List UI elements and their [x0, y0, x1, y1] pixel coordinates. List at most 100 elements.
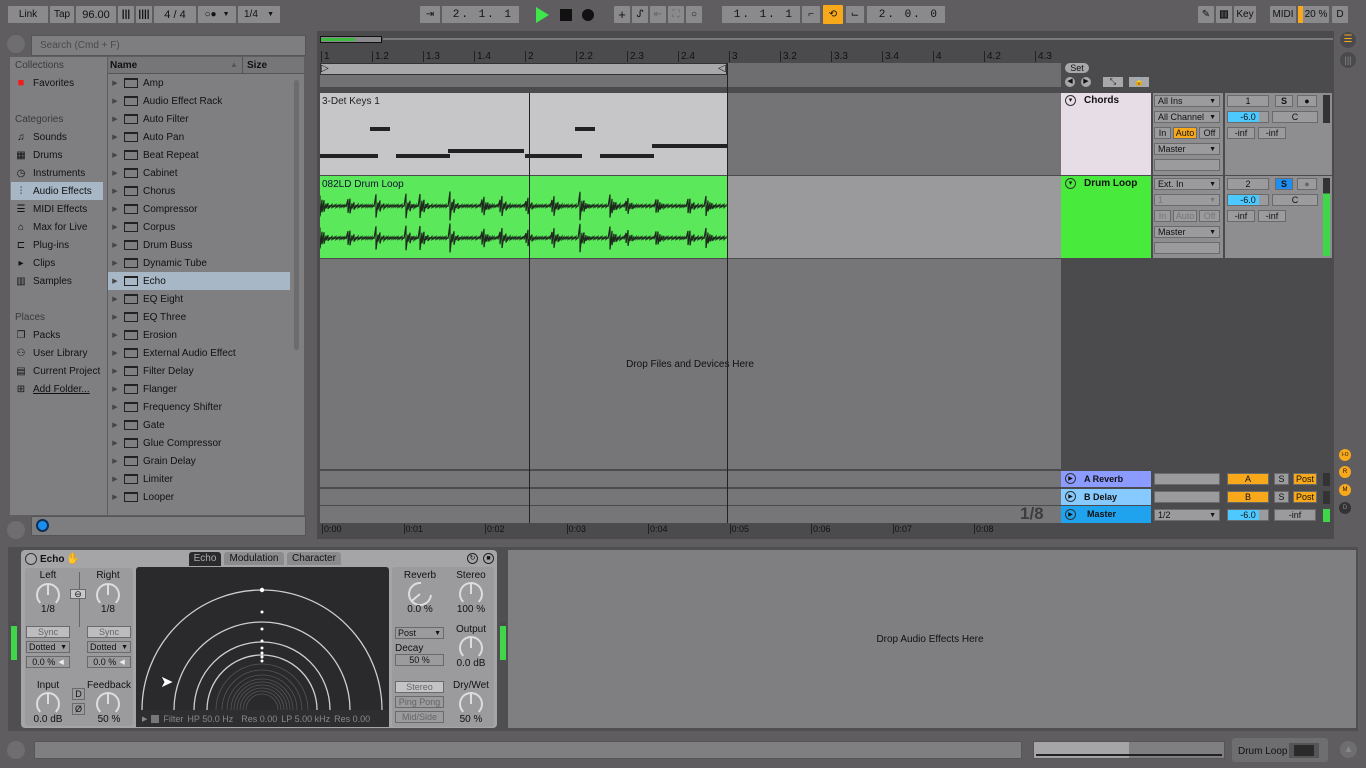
- search-input[interactable]: Search (Cmd + F): [31, 35, 306, 56]
- category-clips[interactable]: ▸ Clips: [14, 254, 106, 272]
- browser-item[interactable]: ▶ Grain Delay: [108, 452, 290, 470]
- arm-button[interactable]: ●: [1297, 95, 1317, 107]
- tempo-field[interactable]: 96.00: [76, 6, 116, 23]
- tab-character[interactable]: Character: [287, 552, 341, 565]
- expand-arrow-icon[interactable]: ▶: [108, 151, 122, 159]
- column-name[interactable]: Name: [110, 60, 137, 71]
- loop-end-marker-icon[interactable]: ◁: [718, 63, 726, 74]
- right-sync-button[interactable]: Sync: [87, 626, 131, 638]
- info-view-toggle-icon[interactable]: [7, 741, 25, 759]
- place-user-library[interactable]: ⚇ User Library: [14, 344, 106, 362]
- monitor-off-button[interactable]: Off: [1199, 127, 1220, 139]
- category-audio-effects[interactable]: ⫶ Audio Effects: [11, 182, 103, 200]
- arrangement-view-icon[interactable]: ☰: [1340, 32, 1356, 48]
- left-offset-field[interactable]: 0.0 % ◀: [26, 656, 70, 668]
- category-samples[interactable]: ▥ Samples: [14, 272, 106, 290]
- loop-switch-icon[interactable]: ⟲: [823, 5, 843, 24]
- scrub-area[interactable]: [727, 63, 1061, 87]
- browser-item[interactable]: ▶ Looper: [108, 488, 290, 506]
- expand-master-icon[interactable]: ▶: [1065, 509, 1076, 520]
- output-knob[interactable]: [459, 636, 483, 660]
- browser-item[interactable]: ▶ Auto Filter: [108, 110, 290, 128]
- track-activator[interactable]: 1: [1227, 95, 1269, 107]
- master-volume[interactable]: -6.0: [1227, 509, 1269, 521]
- pan-control[interactable]: C: [1272, 111, 1318, 123]
- pan-control[interactable]: C: [1272, 194, 1318, 206]
- monitor-off-button[interactable]: Off: [1199, 210, 1220, 222]
- expand-arrow-icon[interactable]: ▶: [108, 295, 122, 303]
- expand-return-icon[interactable]: ▶: [1065, 491, 1076, 502]
- category-midi-effects[interactable]: ☰ MIDI Effects: [14, 200, 106, 218]
- input-channel-dropdown[interactable]: 1 ▼: [1154, 194, 1220, 206]
- feedback-knob[interactable]: [96, 692, 120, 716]
- dry-wet-knob[interactable]: [459, 692, 483, 716]
- expand-arrow-icon[interactable]: ▶: [108, 439, 122, 447]
- expand-arrow-icon[interactable]: ▶: [108, 205, 122, 213]
- category-instruments[interactable]: ◷ Instruments: [14, 164, 106, 182]
- place-current-project[interactable]: ▤ Current Project: [14, 362, 106, 380]
- track-activator[interactable]: 2: [1227, 178, 1269, 190]
- device-title[interactable]: Echo: [40, 554, 64, 565]
- browser-item[interactable]: ▶ Chorus: [108, 182, 290, 200]
- category-sounds[interactable]: ♫ Sounds: [14, 128, 106, 146]
- session-view-icon[interactable]: |||: [1340, 52, 1356, 68]
- output-channel-dropdown[interactable]: [1154, 242, 1220, 254]
- solo-button[interactable]: S: [1274, 473, 1289, 485]
- monitor-auto-button[interactable]: Auto: [1173, 127, 1197, 139]
- expand-arrow-icon[interactable]: ▶: [108, 349, 122, 357]
- browser-item[interactable]: ▶ Audio Effect Rack: [108, 92, 290, 110]
- post-button[interactable]: Post: [1293, 473, 1317, 485]
- right-offset-field[interactable]: 0.0 % ◀: [87, 656, 131, 668]
- computer-keyboard-icon[interactable]: ▥: [1216, 6, 1232, 23]
- browser-item[interactable]: ▶ Flanger: [108, 380, 290, 398]
- expand-arrow-icon[interactable]: ▶: [108, 385, 122, 393]
- expand-arrow-icon[interactable]: ▶: [108, 367, 122, 375]
- set-locator-button[interactable]: Set: [1065, 63, 1089, 73]
- browser-item[interactable]: ▶ Gate: [108, 416, 290, 434]
- loop-brace[interactable]: [320, 63, 727, 75]
- send-a-button[interactable]: A: [1227, 473, 1269, 485]
- link-channels-button[interactable]: ⊖: [70, 589, 86, 599]
- stereo-knob[interactable]: [459, 582, 483, 606]
- expand-arrow-icon[interactable]: ▶: [108, 223, 122, 231]
- overdub-plus-icon[interactable]: +: [614, 6, 630, 23]
- expand-arrow-icon[interactable]: ▶: [108, 277, 122, 285]
- browser-item[interactable]: ▶ Cabinet: [108, 164, 290, 182]
- play-icon[interactable]: [536, 7, 549, 23]
- groove-pool-icon[interactable]: [7, 521, 25, 539]
- expand-return-icon[interactable]: ▶: [1065, 473, 1076, 484]
- browser-item[interactable]: ▶ Dynamic Tube: [108, 254, 290, 272]
- grid-value[interactable]: 1/8: [1020, 504, 1044, 524]
- input-channel-dropdown[interactable]: All Channel ▼: [1154, 111, 1220, 123]
- expand-arrow-icon[interactable]: ▶: [108, 187, 122, 195]
- expand-arrow-icon[interactable]: ▶: [108, 259, 122, 267]
- sort-ascending-icon[interactable]: ▲: [230, 60, 238, 69]
- preview-headphones-icon[interactable]: [36, 519, 49, 532]
- output-dropdown[interactable]: Master ▼: [1154, 143, 1220, 155]
- browser-item[interactable]: ▶ Compressor: [108, 200, 290, 218]
- browser-item[interactable]: ▶ Erosion: [108, 326, 290, 344]
- output-channel-dropdown[interactable]: [1154, 159, 1220, 171]
- add-folder-link[interactable]: ⊞ Add Folder...: [14, 380, 106, 398]
- expand-arrow-icon[interactable]: ▶: [108, 313, 122, 321]
- master-lane[interactable]: [320, 506, 1061, 523]
- send-b-button[interactable]: B: [1227, 491, 1269, 503]
- save-preset-icon[interactable]: ■: [483, 553, 494, 564]
- expand-arrow-icon[interactable]: ▶: [108, 475, 122, 483]
- track-name[interactable]: B Delay: [1084, 492, 1117, 502]
- filter-toggle[interactable]: [151, 714, 160, 723]
- punch-out-icon[interactable]: ⌙: [846, 6, 864, 23]
- browser-preview-bar[interactable]: [31, 516, 306, 536]
- browser-item[interactable]: ▶ Beat Repeat: [108, 146, 290, 164]
- tab-modulation[interactable]: Modulation: [224, 552, 284, 565]
- category-drums[interactable]: ▦ Drums: [14, 146, 106, 164]
- hot-swap-hand-icon[interactable]: ✋: [66, 552, 80, 565]
- browser-item[interactable]: ▶ EQ Eight: [108, 290, 290, 308]
- punch-in-icon[interactable]: ⌐: [802, 6, 820, 23]
- browser-toggle-icon[interactable]: [7, 35, 25, 53]
- left-sync-mode-dropdown[interactable]: Dotted ▼: [26, 641, 70, 653]
- left-sync-button[interactable]: Sync: [26, 626, 70, 638]
- return-a-output[interactable]: [1154, 473, 1220, 485]
- input-gain-knob[interactable]: [36, 692, 60, 716]
- stop-icon[interactable]: [560, 9, 572, 21]
